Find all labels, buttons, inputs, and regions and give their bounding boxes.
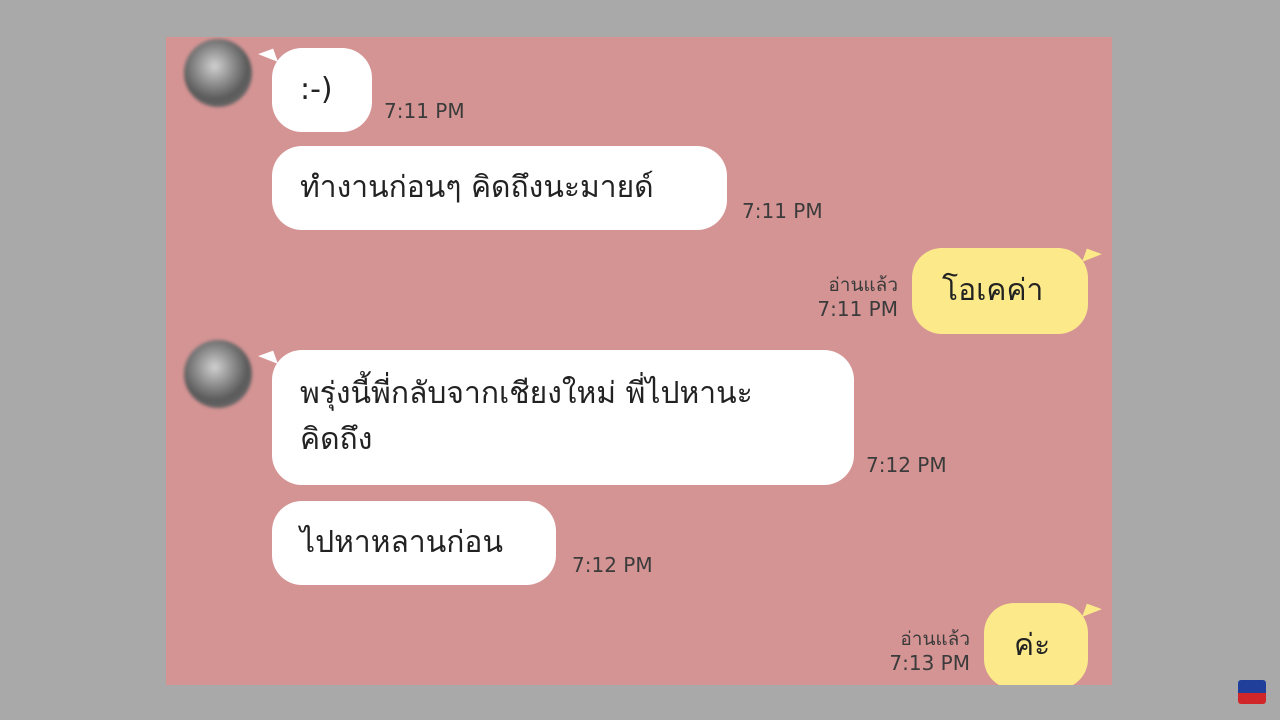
- message-time: 7:11 PM: [817, 297, 898, 321]
- message-text: :-): [300, 72, 333, 107]
- message-time: 7:12 PM: [866, 453, 947, 477]
- read-receipt: อ่านแล้ว: [828, 274, 898, 296]
- message-time: 7:11 PM: [742, 199, 823, 223]
- message-time: 7:11 PM: [384, 99, 465, 123]
- screenshot-stage: :-) 7:11 PM ทำงานก่อนๆ คิดถึงนะมายด์ 7:1…: [0, 0, 1280, 720]
- message-bubble[interactable]: ไปหาหลานก่อน: [272, 501, 556, 585]
- message-meta: อ่านแล้ว 7:11 PM: [817, 273, 898, 321]
- message-bubble[interactable]: โอเคค่า: [912, 248, 1088, 334]
- read-receipt: อ่านแล้ว: [900, 628, 970, 650]
- message-bubble[interactable]: ค่ะ: [984, 603, 1088, 685]
- message-meta: อ่านแล้ว 7:13 PM: [889, 627, 970, 675]
- message-time: 7:12 PM: [572, 553, 653, 577]
- avatar-icon[interactable]: [184, 340, 252, 408]
- message-text-line: พรุ่งนี้พี่กลับจากเชียงใหม่ พี่ไปหานะ: [300, 376, 753, 411]
- channel-logo-icon: [1238, 680, 1266, 704]
- chat-panel: :-) 7:11 PM ทำงานก่อนๆ คิดถึงนะมายด์ 7:1…: [166, 37, 1112, 685]
- message-text: ค่ะ: [1014, 628, 1051, 663]
- message-bubble[interactable]: :-): [272, 48, 372, 132]
- message-text: โอเคค่า: [942, 273, 1044, 308]
- message-bubble[interactable]: พรุ่งนี้พี่กลับจากเชียงใหม่ พี่ไปหานะ คิ…: [272, 350, 854, 485]
- avatar-icon[interactable]: [184, 39, 252, 107]
- message-text: ไปหาหลานก่อน: [300, 525, 503, 560]
- message-text: ทำงานก่อนๆ คิดถึงนะมายด์: [300, 170, 654, 205]
- message-text-line: คิดถึง: [300, 422, 373, 457]
- message-bubble[interactable]: ทำงานก่อนๆ คิดถึงนะมายด์: [272, 146, 727, 230]
- message-time: 7:13 PM: [889, 651, 970, 675]
